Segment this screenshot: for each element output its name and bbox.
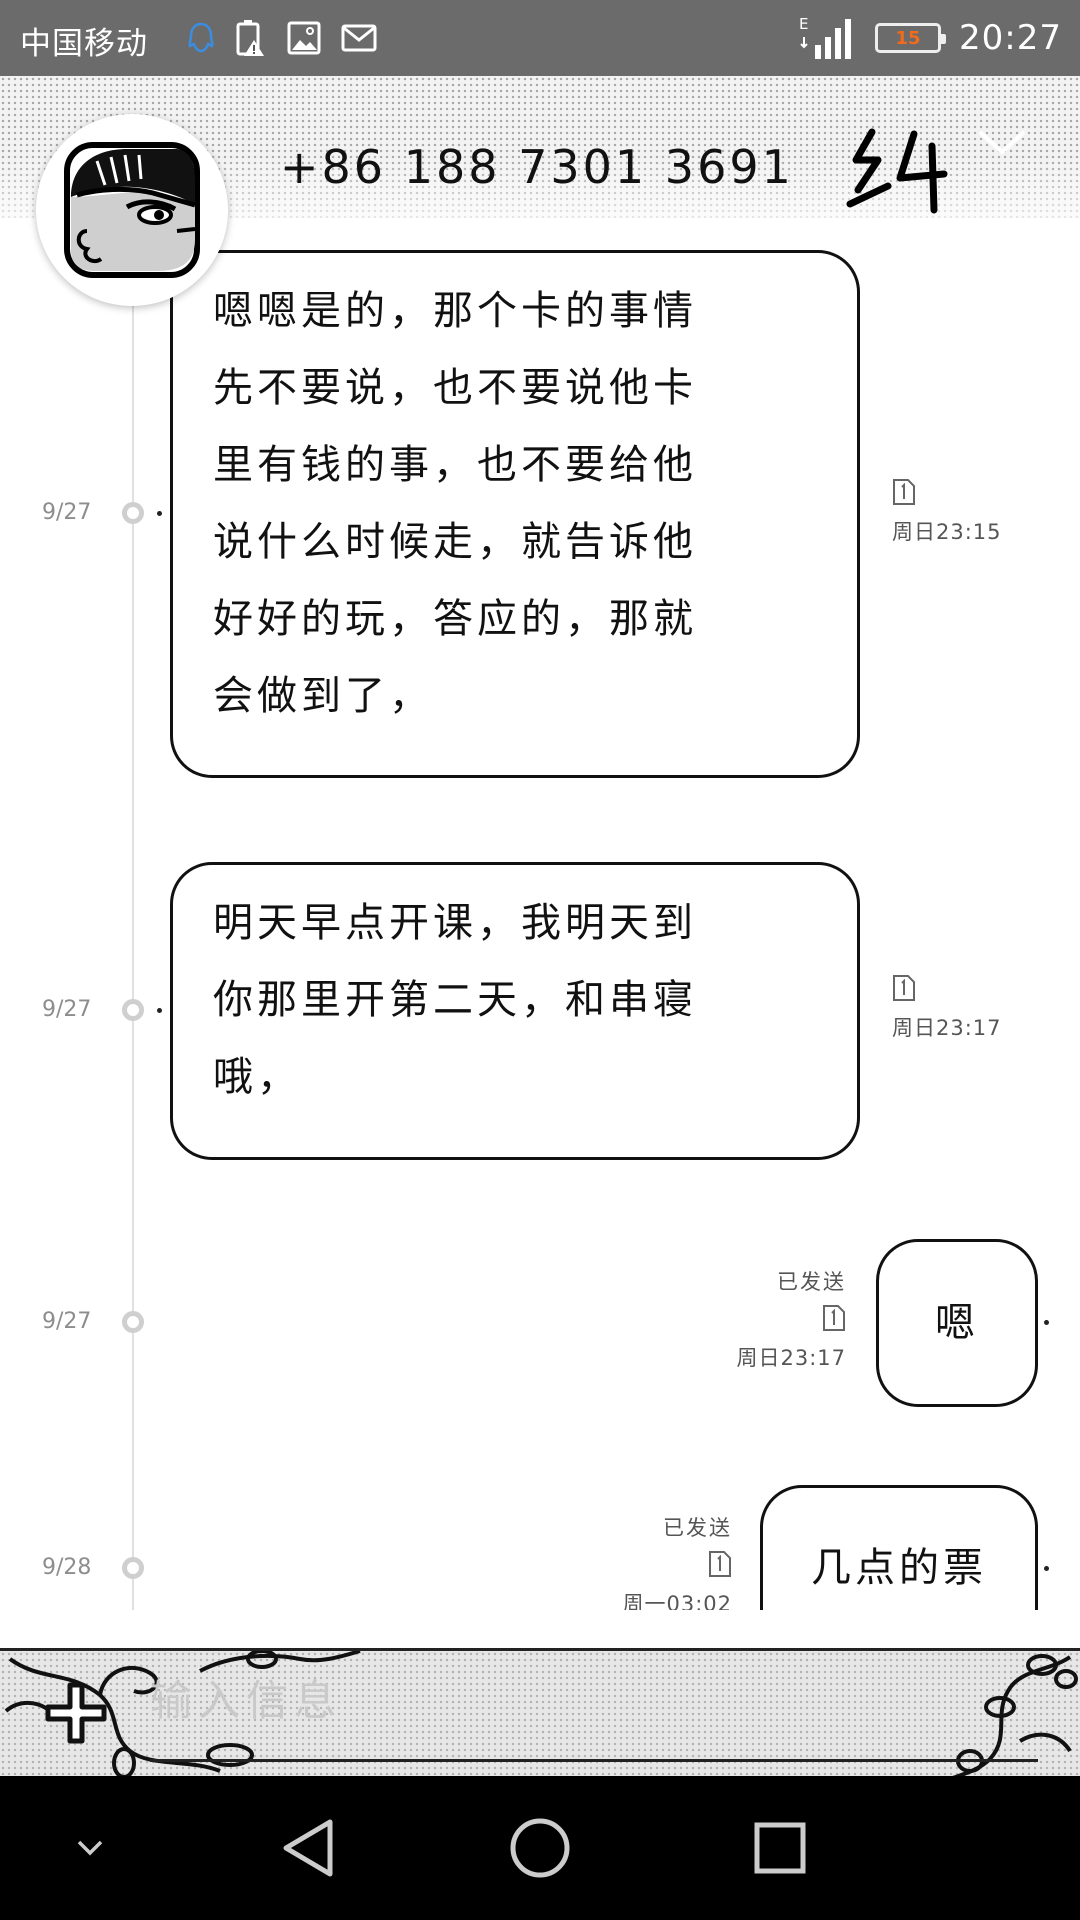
message-line: 会做到了， bbox=[213, 673, 433, 719]
status-bar: 中国移动 E 15 20:27 bbox=[0, 0, 1080, 76]
add-attachment-button[interactable] bbox=[44, 1681, 108, 1745]
message-date: 9/27 bbox=[42, 1309, 92, 1334]
composer-bar bbox=[0, 1648, 1080, 1776]
chevron-down-icon[interactable] bbox=[976, 126, 1028, 156]
message-date: 9/28 bbox=[42, 1555, 92, 1580]
battery-icon: 15 bbox=[875, 23, 947, 53]
bubble-pointer bbox=[1044, 1566, 1049, 1571]
message-line: 嗯嗯是的，那个卡的事情 bbox=[213, 288, 697, 334]
carrier-label: 中国移动 bbox=[20, 26, 148, 62]
sent-status: 已发送 bbox=[777, 1270, 846, 1294]
message-line: 好好的玩，答应的，那就 bbox=[213, 596, 697, 642]
contact-number[interactable]: +86 188 7301 3691 bbox=[280, 140, 794, 194]
message-line: 说什么时候走，就告诉他 bbox=[213, 519, 697, 565]
message-meta: 周日23:15 bbox=[892, 478, 1002, 546]
sim-card-icon bbox=[893, 975, 915, 1001]
message-time: 周日23:17 bbox=[892, 1016, 1002, 1040]
navigation-bar bbox=[0, 1776, 1080, 1920]
message-bubble-received[interactable]: 明天早点开课，我明天到 你那里开第二天，和串寝 哦， bbox=[170, 862, 860, 1160]
timeline-dot bbox=[122, 1557, 144, 1579]
battery-alert-icon bbox=[234, 18, 268, 58]
avatar-image bbox=[64, 142, 200, 278]
notification-icons bbox=[186, 14, 378, 62]
timeline-dot bbox=[122, 1311, 144, 1333]
bubble-pointer bbox=[1044, 1320, 1049, 1325]
message-time: 周日23:17 bbox=[736, 1346, 846, 1370]
bubble-pointer bbox=[157, 511, 162, 516]
message-date: 9/27 bbox=[42, 500, 92, 525]
avatar[interactable] bbox=[36, 114, 228, 306]
message-date: 9/27 bbox=[42, 997, 92, 1022]
scribble-icon bbox=[846, 128, 948, 214]
message-meta: 周日23:17 bbox=[892, 974, 1002, 1042]
message-clip-area: 9/28 几点的票 已发送 周一03:02 bbox=[0, 1460, 1080, 1610]
message-meta: 已发送 周日23:17 bbox=[736, 1266, 846, 1372]
message-meta: 已发送 周一03:02 bbox=[622, 1512, 732, 1610]
signal-icon: E bbox=[799, 15, 857, 61]
message-line: 哦， bbox=[213, 1054, 301, 1100]
back-icon[interactable] bbox=[268, 1812, 348, 1884]
timeline-dot bbox=[122, 502, 144, 524]
message-line: 嗯 bbox=[935, 1299, 979, 1346]
message-line: 几点的票 bbox=[811, 1545, 987, 1591]
sent-status: 已发送 bbox=[663, 1516, 732, 1540]
timeline-dot bbox=[122, 999, 144, 1021]
mail-icon bbox=[340, 23, 378, 53]
timeline-line bbox=[132, 218, 134, 1610]
sim-card-icon bbox=[709, 1551, 731, 1577]
collapse-icon[interactable] bbox=[60, 1812, 120, 1884]
input-underline bbox=[150, 1759, 1038, 1762]
recents-icon[interactable] bbox=[740, 1812, 820, 1884]
message-line: 你那里开第二天，和串寝 bbox=[213, 977, 697, 1023]
image-icon bbox=[286, 20, 322, 56]
battery-level: 15 bbox=[895, 27, 921, 49]
message-bubble-received[interactable]: 嗯嗯是的，那个卡的事情 先不要说，也不要说他卡 里有钱的事，也不要给他 说什么时… bbox=[170, 250, 860, 778]
status-right: E 15 20:27 bbox=[799, 10, 1062, 66]
message-bubble-sent[interactable]: 几点的票 bbox=[760, 1485, 1038, 1610]
message-input[interactable] bbox=[150, 1669, 1040, 1731]
qq-icon bbox=[186, 21, 216, 55]
sim-card-icon bbox=[823, 1305, 845, 1331]
sim-card-icon bbox=[893, 479, 915, 505]
home-icon[interactable] bbox=[500, 1812, 580, 1884]
message-line: 明天早点开课，我明天到 bbox=[213, 900, 697, 946]
bubble-pointer bbox=[157, 1008, 162, 1013]
message-time: 周一03:02 bbox=[622, 1592, 732, 1610]
message-line: 里有钱的事，也不要给他 bbox=[213, 442, 697, 488]
message-time: 周日23:15 bbox=[892, 520, 1002, 544]
message-line: 先不要说，也不要说他卡 bbox=[213, 365, 697, 411]
message-bubble-sent[interactable]: 嗯 bbox=[876, 1239, 1038, 1407]
clock: 20:27 bbox=[959, 18, 1062, 58]
